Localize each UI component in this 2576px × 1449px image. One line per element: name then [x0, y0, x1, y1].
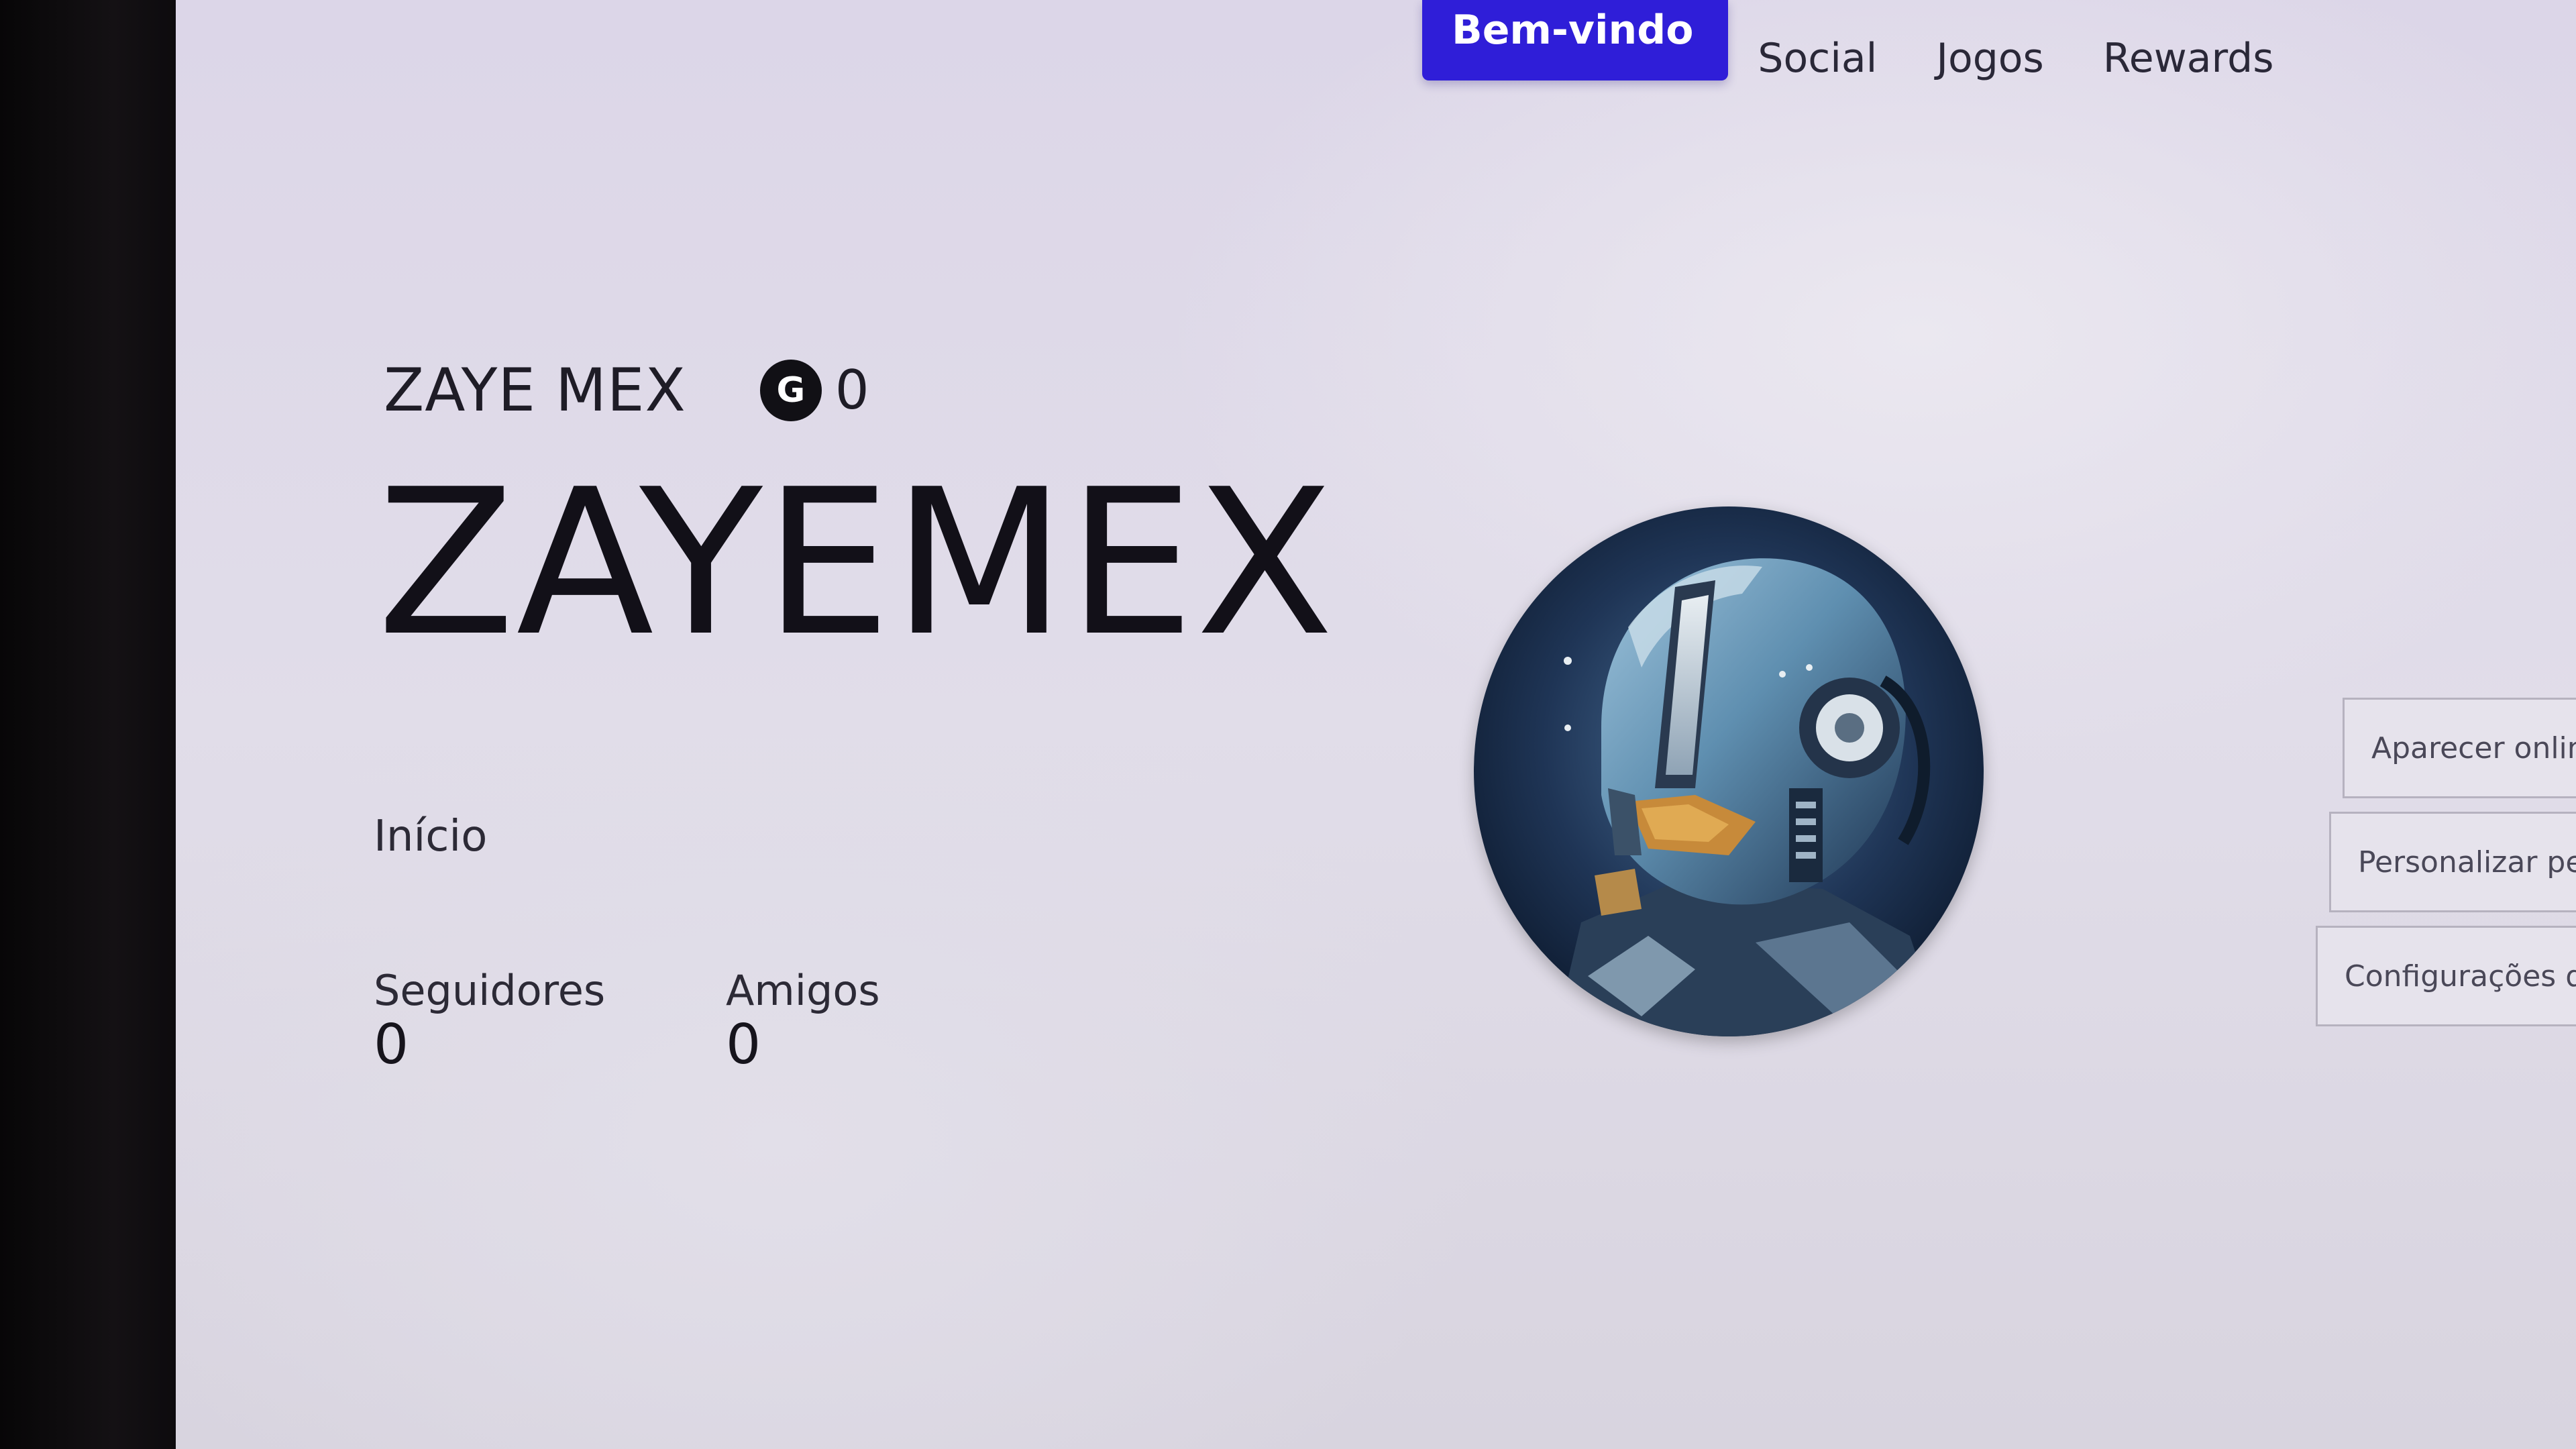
tab-bem-vindo[interactable]: Bem-vindo: [1422, 0, 1729, 80]
friends-stat[interactable]: Amigos 0: [726, 966, 880, 1073]
friends-count: 0: [726, 1013, 761, 1077]
followers-stat[interactable]: Seguidores 0: [374, 966, 605, 1073]
avatar[interactable]: [1474, 506, 1984, 1036]
followers-count: 0: [374, 1013, 409, 1077]
friends-label: Amigos: [726, 966, 880, 1015]
followers-label: Seguidores: [374, 966, 606, 1015]
appear-online-button[interactable]: Aparecer onlin: [2343, 698, 2576, 798]
page-title: ZAYEMEX: [377, 446, 1336, 680]
gamertag-small: ZAYE MEX: [384, 356, 686, 425]
top-navigation: Bem-vindo Social Jogos Rewards: [1422, 0, 2304, 114]
settings-button[interactable]: Configurações de: [2316, 926, 2576, 1026]
customize-profile-button[interactable]: Personalizar per: [2329, 812, 2576, 912]
home-label[interactable]: Início: [374, 812, 487, 861]
gamerscore: G 0: [759, 359, 869, 421]
tab-rewards[interactable]: Rewards: [2074, 0, 2304, 82]
tab-social[interactable]: Social: [1728, 0, 1907, 82]
gamerscore-value: 0: [835, 359, 869, 421]
helmeted-robot-avatar-icon: [1474, 506, 1984, 1036]
profile-header: ZAYE MEX G 0: [384, 356, 869, 425]
xbox-profile-screen: Bem-vindo Social Jogos Rewards ZAYE MEX …: [176, 0, 2576, 1449]
gamerscore-icon: G: [759, 359, 822, 421]
tab-jogos[interactable]: Jogos: [1907, 0, 2073, 82]
